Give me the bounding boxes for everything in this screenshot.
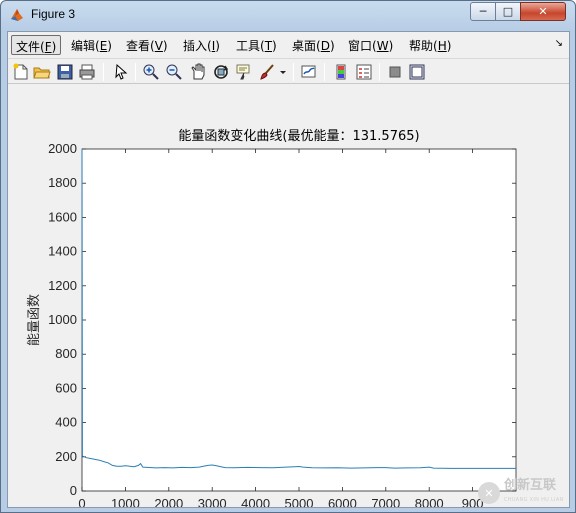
open-file-button[interactable] bbox=[32, 62, 52, 82]
hide-plot-tools-icon bbox=[389, 66, 401, 78]
pointer-button[interactable] bbox=[111, 62, 131, 82]
menu-help[interactable]: 帮助(H) bbox=[405, 35, 455, 55]
menu-window[interactable]: 窗口(W) bbox=[344, 35, 397, 55]
colorbar-button[interactable] bbox=[331, 62, 351, 82]
y-tick-label: 1000 bbox=[48, 312, 77, 327]
x-tick-label: 3000 bbox=[198, 496, 227, 507]
minimize-icon: ─ bbox=[479, 5, 487, 18]
y-tick-label: 1600 bbox=[48, 209, 77, 224]
legend-button[interactable] bbox=[354, 62, 374, 82]
toolbar-separator bbox=[103, 63, 104, 81]
link-plot-icon bbox=[301, 65, 316, 78]
y-tick-label: 1800 bbox=[48, 175, 77, 190]
watermark-text: 创新互联 bbox=[504, 478, 557, 493]
brush-button[interactable] bbox=[257, 62, 277, 82]
zoom-in-icon bbox=[143, 64, 159, 80]
x-tick-label: 7000 bbox=[371, 496, 400, 507]
matlab-icon bbox=[11, 9, 23, 21]
data-cursor-icon bbox=[236, 64, 250, 80]
y-tick-label: 1400 bbox=[48, 244, 77, 259]
watermark-subtext: CHUANG XIN HU LIAN bbox=[504, 497, 564, 503]
toolbar-separator bbox=[379, 63, 380, 81]
print-button[interactable] bbox=[77, 62, 97, 82]
print-icon bbox=[79, 64, 95, 80]
zoom-out-button[interactable] bbox=[164, 62, 184, 82]
x-tick-label: 4000 bbox=[241, 496, 270, 507]
plot-area bbox=[81, 148, 517, 492]
close-icon: ✕ bbox=[538, 5, 548, 18]
x-tick-label: 2000 bbox=[154, 496, 183, 507]
save-icon bbox=[57, 64, 73, 80]
data-cursor-button[interactable] bbox=[234, 62, 254, 82]
save-button[interactable] bbox=[55, 62, 75, 82]
new-figure-icon bbox=[13, 63, 28, 80]
open-file-icon bbox=[33, 67, 51, 79]
dock-arrow-icon[interactable]: ↘ bbox=[555, 38, 563, 49]
menu-desktop[interactable]: 桌面(D) bbox=[288, 35, 339, 55]
x-tick-label: 1000 bbox=[111, 496, 140, 507]
y-tick-label: 200 bbox=[55, 449, 77, 464]
toolbar-separator bbox=[135, 63, 136, 81]
close-button[interactable]: ✕ bbox=[520, 2, 566, 21]
y-tick-label: 400 bbox=[55, 415, 77, 430]
menu-file[interactable]: 文件(F) bbox=[11, 35, 62, 55]
x-tick-label: 5000 bbox=[285, 496, 314, 507]
link-plot-button[interactable] bbox=[299, 62, 319, 82]
brush-icon bbox=[260, 64, 274, 80]
menu-view[interactable]: 查看(V) bbox=[122, 35, 172, 55]
watermark: ✕ 创新互联 CHUANG XIN HU LIAN bbox=[478, 478, 576, 508]
chart-title: 能量函数变化曲线(最优能量：131.5765) bbox=[178, 128, 419, 144]
zoom-out-icon bbox=[166, 64, 182, 80]
pan-button[interactable] bbox=[188, 62, 208, 82]
y-tick-label: 2000 bbox=[48, 141, 77, 156]
toolbar-separator bbox=[293, 63, 294, 81]
colorbar-icon bbox=[336, 64, 346, 80]
x-tick-label: 8000 bbox=[415, 496, 444, 507]
pointer-icon bbox=[115, 63, 128, 80]
x-tick-label: 0 bbox=[78, 496, 85, 507]
rotate-3d-button[interactable] bbox=[211, 62, 231, 82]
y-tick-label: 1200 bbox=[48, 278, 77, 293]
menu-tools[interactable]: 工具(T) bbox=[232, 35, 281, 55]
dropdown-arrow-icon bbox=[280, 71, 286, 74]
line-chart[interactable]: 0 200 400 600 800 1000 1200 1400 1600 1800 2000 0 10… bbox=[8, 86, 569, 507]
pan-hand-icon bbox=[191, 63, 205, 80]
y-tick-label: 600 bbox=[55, 380, 77, 395]
menu-edit[interactable]: 编辑(E) bbox=[67, 35, 116, 55]
maximize-button[interactable]: □ bbox=[495, 2, 521, 21]
maximize-icon: □ bbox=[502, 5, 514, 18]
y-axis-label: 能量函数 bbox=[27, 294, 42, 346]
figure-client-area: 文件(F) 编辑(E) 查看(V) 插入(I) 工具(T) 桌面(D) 窗口(W… bbox=[7, 31, 570, 508]
legend-icon bbox=[356, 64, 372, 80]
zoom-in-button[interactable] bbox=[141, 62, 161, 82]
show-plot-tools-button[interactable] bbox=[407, 62, 427, 82]
minimize-button[interactable]: ─ bbox=[470, 2, 496, 21]
hide-plot-tools-button[interactable] bbox=[385, 62, 405, 82]
new-figure-button[interactable] bbox=[11, 62, 31, 82]
figure-canvas[interactable]: 0 200 400 600 800 1000 1200 1400 1600 1800 2000 0 10… bbox=[8, 86, 569, 507]
title-bar[interactable]: Figure 3 ─ □ ✕ bbox=[1, 1, 575, 29]
toolbar-separator bbox=[324, 63, 325, 81]
y-tick-label: 800 bbox=[55, 346, 77, 361]
figure-window: Figure 3 ─ □ ✕ 文件(F) 编辑(E) 查看(V) 插入(I) 工… bbox=[0, 0, 576, 513]
y-tick-label: 0 bbox=[70, 483, 77, 498]
menu-insert[interactable]: 插入(I) bbox=[179, 35, 224, 55]
x-tick-label: 6000 bbox=[328, 496, 357, 507]
figure-toolbar bbox=[8, 58, 569, 84]
menu-bar: 文件(F) 编辑(E) 查看(V) 插入(I) 工具(T) 桌面(D) 窗口(W… bbox=[8, 32, 569, 56]
window-title: Figure 3 bbox=[31, 7, 76, 21]
brush-dropdown-button[interactable] bbox=[277, 62, 289, 82]
rotate-3d-icon bbox=[214, 65, 229, 79]
show-plot-tools-icon bbox=[409, 64, 425, 80]
watermark-logo-icon: ✕ bbox=[478, 482, 500, 504]
